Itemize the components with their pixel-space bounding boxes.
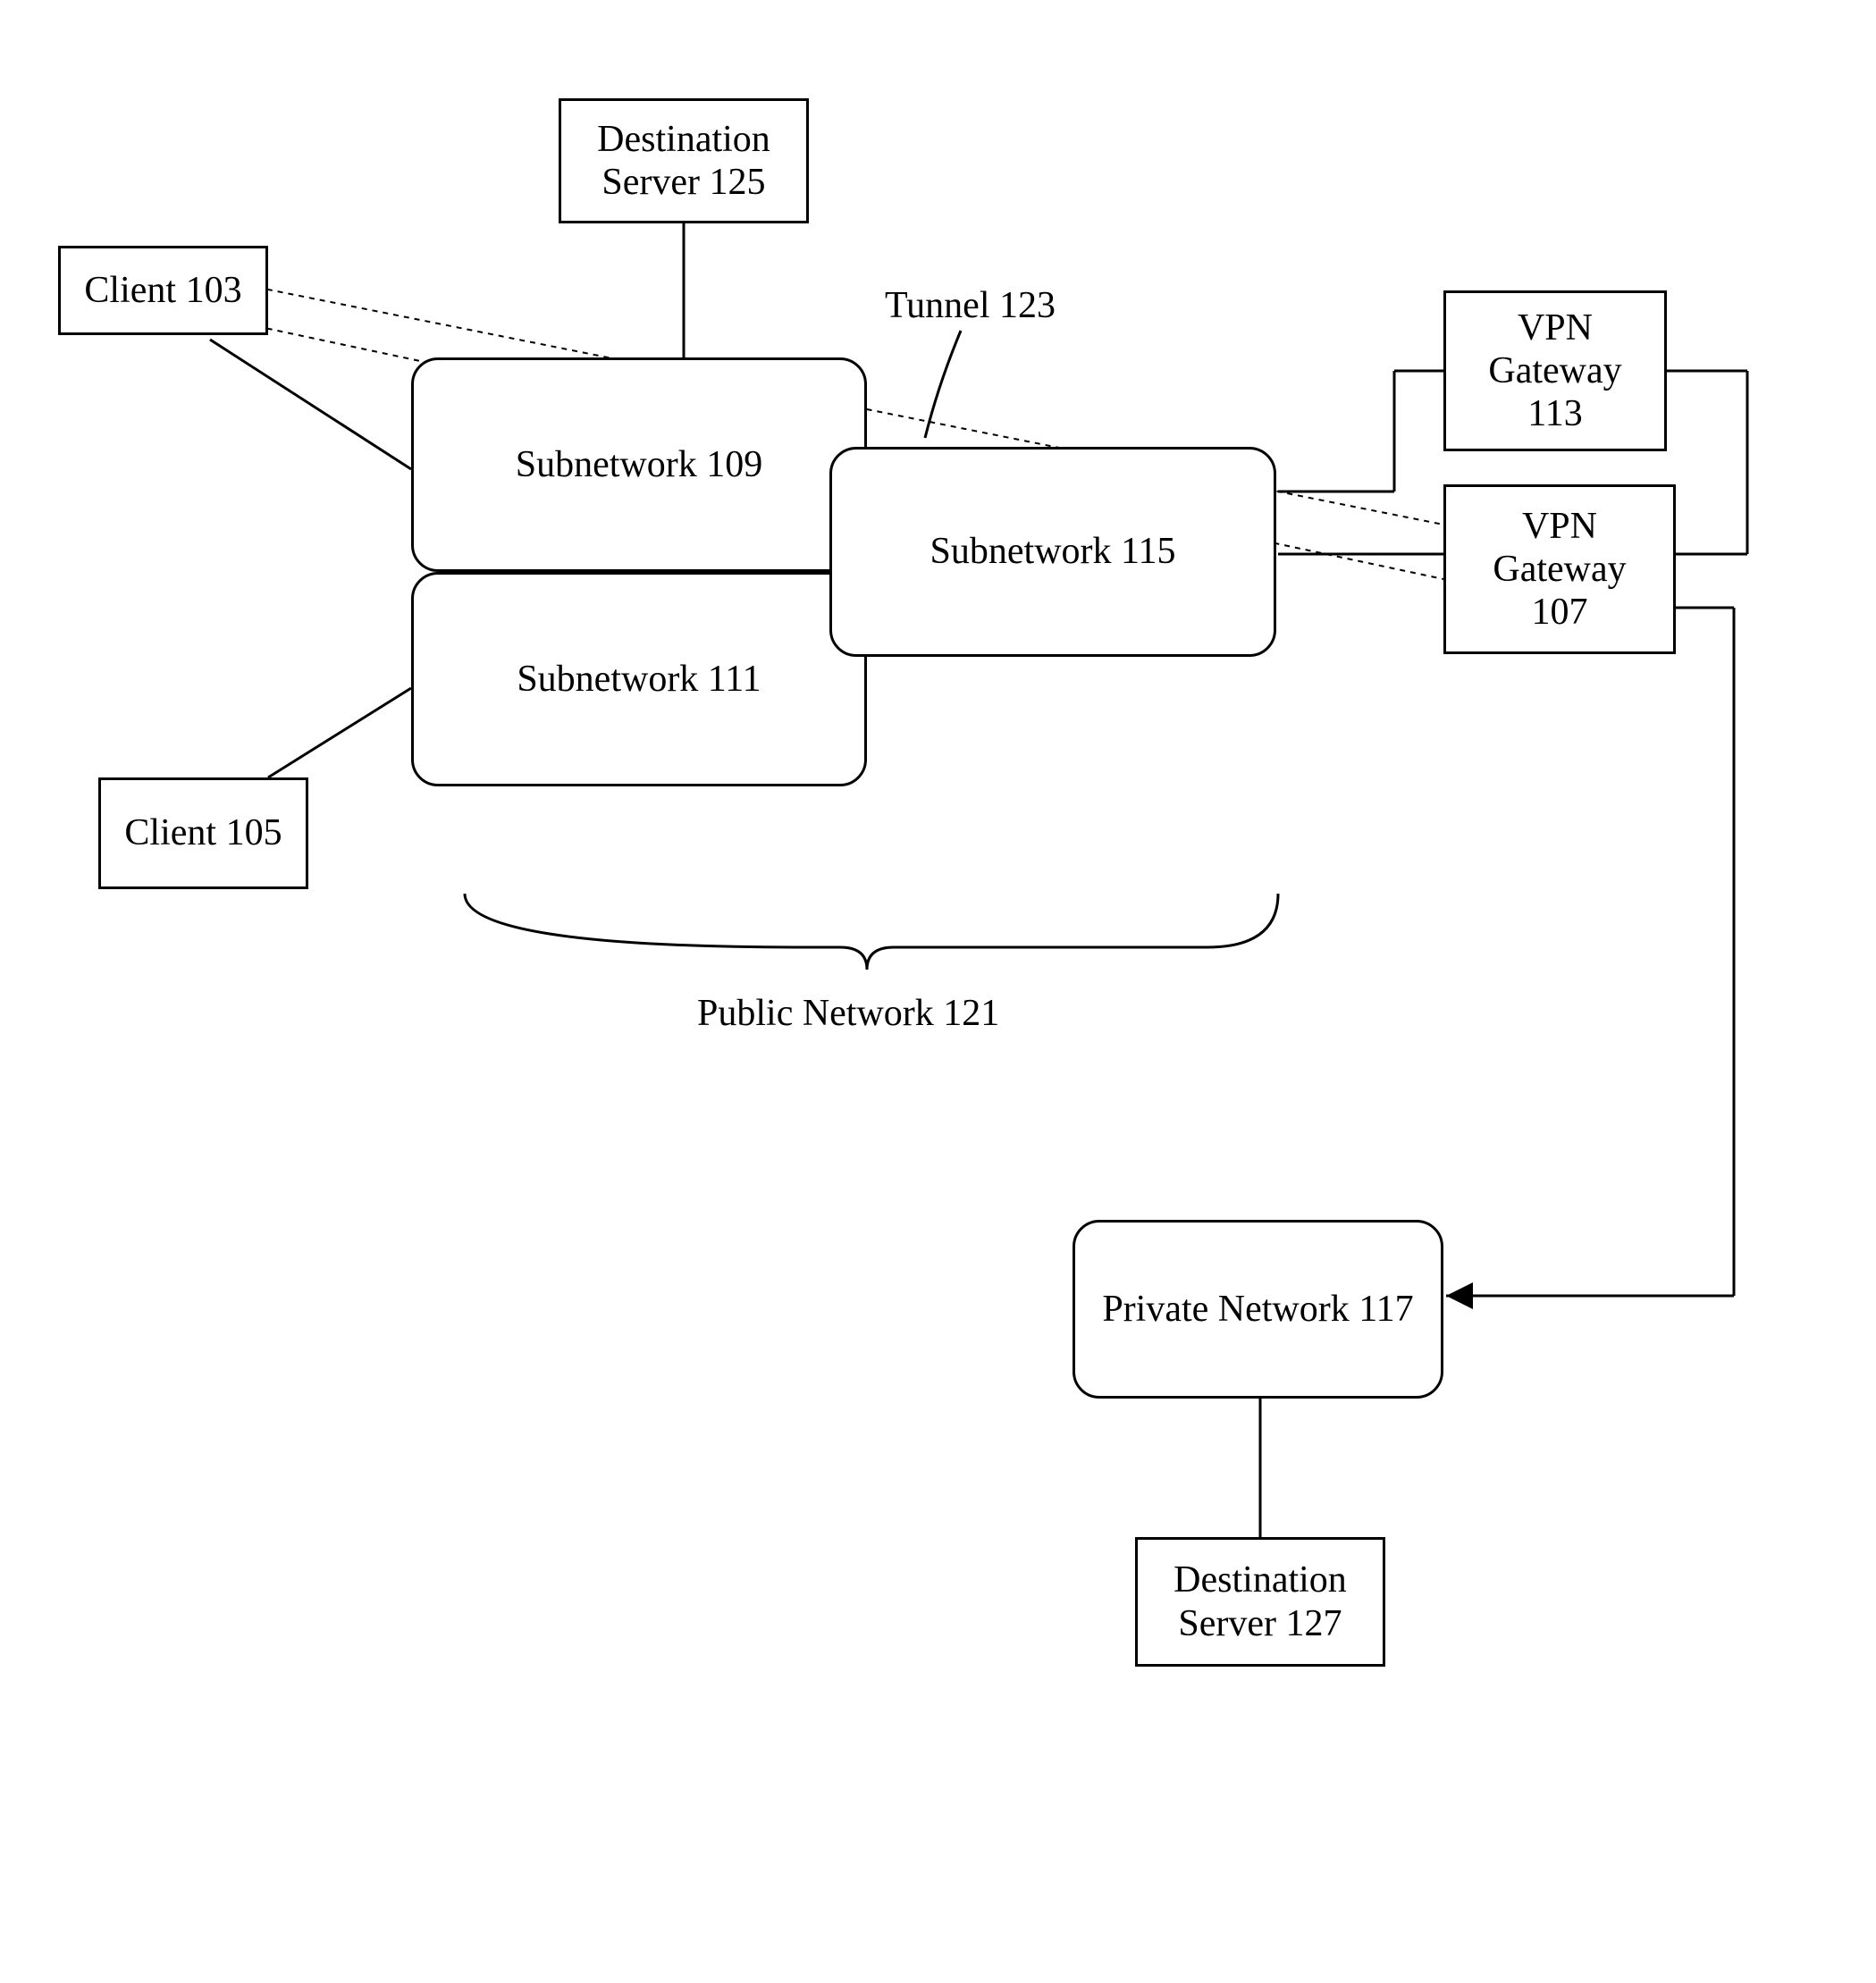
- client-103: Client 103: [58, 246, 268, 335]
- destination-server-125: Destination Server 125: [559, 98, 809, 223]
- vpn-gateway-107: VPN Gateway 107: [1443, 484, 1676, 654]
- destination-server-125-label: Destination Server 125: [597, 118, 770, 205]
- subnetwork-115-label: Subnetwork 115: [930, 530, 1176, 573]
- subnetwork-109: Subnetwork 109: [411, 357, 867, 572]
- subnetwork-109-label: Subnetwork 109: [516, 443, 763, 486]
- client-105-label: Client 105: [124, 811, 282, 854]
- private-network-117-label: Private Network 117: [1102, 1288, 1413, 1331]
- subnetwork-111-label: Subnetwork 111: [517, 658, 761, 701]
- destination-server-127-label: Destination Server 127: [1174, 1559, 1347, 1645]
- vpn-gateway-107-label: VPN Gateway 107: [1493, 505, 1626, 634]
- subnetwork-111: Subnetwork 111: [411, 572, 867, 786]
- client-105: Client 105: [98, 777, 308, 889]
- vpn-gateway-113: VPN Gateway 113: [1443, 290, 1667, 451]
- subnetwork-115: Subnetwork 115: [829, 447, 1276, 657]
- tunnel-label: Tunnel 123: [885, 284, 1056, 327]
- private-network-117: Private Network 117: [1073, 1220, 1443, 1399]
- public-network-label: Public Network 121: [697, 992, 999, 1035]
- client-103-label: Client 103: [84, 269, 241, 312]
- destination-server-127: Destination Server 127: [1135, 1537, 1385, 1667]
- vpn-gateway-113-label: VPN Gateway 113: [1488, 307, 1621, 436]
